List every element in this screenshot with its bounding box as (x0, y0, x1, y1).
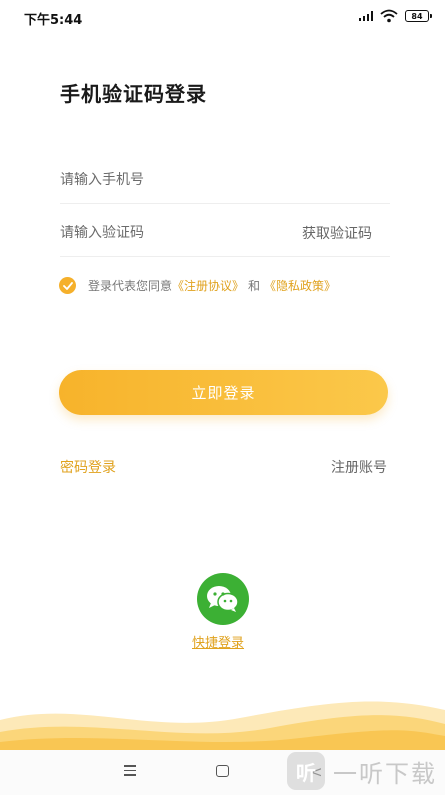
login-button[interactable]: 立即登录 (59, 370, 388, 415)
checkbox-checked-icon[interactable] (59, 277, 76, 294)
page-title: 手机验证码登录 (60, 82, 207, 106)
phone-field (60, 156, 390, 204)
quick-login-link[interactable]: 快捷登录 (192, 632, 244, 651)
code-field: 获取验证码 (60, 209, 390, 257)
phone-input[interactable] (60, 171, 260, 188)
signal-icon (358, 11, 373, 21)
home-icon[interactable] (216, 765, 229, 777)
battery-icon: 84 (405, 10, 432, 22)
agreement-row: 登录代表您同意 《注册协议》 和 《隐私政策》 (59, 277, 336, 294)
status-time: 下午5:44 (24, 13, 83, 28)
agreement-prefix: 登录代表您同意 (88, 279, 173, 293)
get-code-button[interactable]: 获取验证码 (302, 223, 372, 243)
wechat-login-button[interactable] (197, 573, 249, 625)
menu-icon[interactable] (124, 765, 136, 779)
watermark: 听 一听下载 (287, 752, 437, 790)
status-bar: 下午5:44 84 (0, 0, 445, 34)
wifi-icon (380, 9, 398, 23)
password-login-link[interactable]: 密码登录 (60, 457, 116, 477)
terms-link[interactable]: 《注册协议》 (172, 277, 244, 294)
privacy-link[interactable]: 《隐私政策》 (264, 277, 336, 294)
decorative-wave (0, 701, 445, 750)
register-link[interactable]: 注册账号 (331, 457, 387, 477)
watermark-text: 一听下载 (333, 759, 437, 788)
watermark-logo: 听 (287, 752, 325, 790)
status-icons: 84 (358, 9, 432, 23)
agreement-conjunction: 和 (248, 279, 261, 293)
wechat-icon (207, 586, 239, 612)
verification-code-input[interactable] (60, 224, 260, 241)
